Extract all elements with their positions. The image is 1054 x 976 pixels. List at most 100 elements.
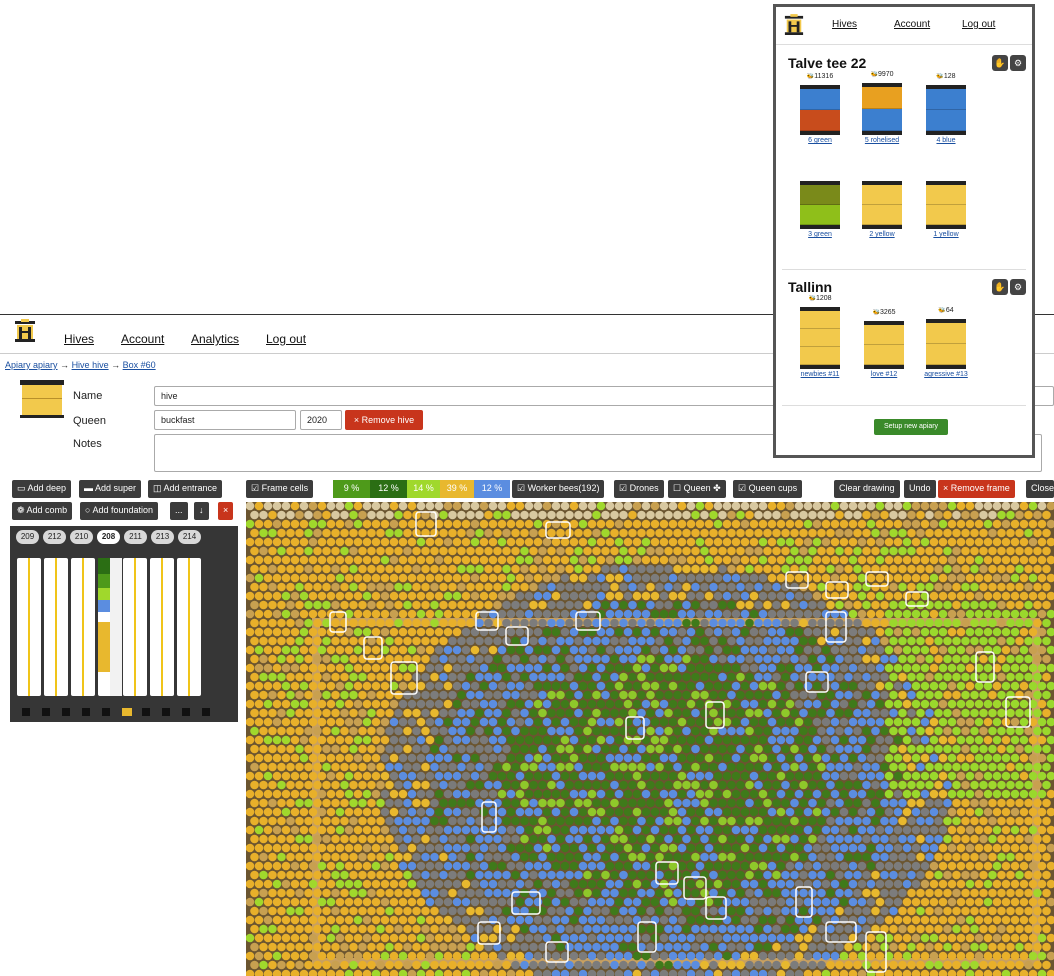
- frame-slot[interactable]: [17, 558, 41, 696]
- dropdown-hives-link[interactable]: Hives: [832, 19, 857, 30]
- hive-name-link[interactable]: love #12: [854, 371, 914, 378]
- beehive-logo-icon[interactable]: [14, 319, 36, 348]
- hive-name-link[interactable]: 4 blue: [916, 137, 976, 144]
- hive-illustration: [864, 321, 904, 369]
- add-super-button[interactable]: ▬ Add super: [79, 480, 142, 498]
- dropdown-navigation: Hives Account Log out: [776, 7, 1032, 45]
- breadcrumb-box-link[interactable]: Box #60: [123, 360, 156, 370]
- apiary-separator: [782, 269, 1026, 270]
- frame-slot[interactable]: [123, 558, 147, 696]
- checkbox-checked-icon: ☑: [251, 483, 262, 493]
- entrance-slot: [142, 708, 150, 716]
- bee-count-value: 64: [945, 307, 954, 314]
- apiary-title: Tallinn: [788, 279, 833, 295]
- hive-card[interactable]: 🐝64 agressive #13: [924, 307, 968, 393]
- frame-number-tab[interactable]: 214: [178, 530, 201, 544]
- drones-toggle[interactable]: ☑ Drones: [614, 480, 664, 498]
- frame-slot-active[interactable]: [98, 558, 122, 696]
- remove-box-button[interactable]: ×: [218, 502, 234, 520]
- entrance-slot: [42, 708, 50, 716]
- setup-new-apiary-button[interactable]: Setup new apiary: [874, 419, 948, 435]
- worker-bees-toggle[interactable]: ☑ Worker bees(192): [512, 480, 605, 498]
- clear-drawing-button[interactable]: Clear drawing: [834, 480, 900, 498]
- undo-button[interactable]: Undo: [904, 480, 936, 498]
- close-button[interactable]: Close: [1026, 480, 1054, 498]
- remove-frame-button[interactable]: × Remove frame: [938, 480, 1015, 498]
- hive-card[interactable]: 🐝9970 5 rohelised: [860, 71, 904, 159]
- hive-card[interactable]: 🐝11316 6 green: [798, 73, 842, 159]
- add-deep-button[interactable]: ▭ Add deep: [12, 480, 72, 498]
- bee-count: 🐝9970: [860, 71, 904, 78]
- frame-number-tab[interactable]: 213: [151, 530, 174, 544]
- nav-analytics-link[interactable]: Analytics: [191, 332, 239, 346]
- queen-breed-input[interactable]: [154, 410, 296, 430]
- dropdown-account-link[interactable]: Account: [894, 19, 930, 30]
- frame-cells-toggle[interactable]: ☑ Frame cells: [246, 480, 314, 498]
- add-entrance-button[interactable]: ◫ Add entrance: [148, 480, 223, 498]
- hive-card[interactable]: 2 yellow: [860, 169, 904, 253]
- hive-name-link[interactable]: 5 rohelised: [852, 137, 912, 144]
- add-comb-button[interactable]: ❁ Add comb: [12, 502, 73, 520]
- frame-number-tab[interactable]: 208: [97, 530, 120, 544]
- drones-label: Drones: [629, 483, 659, 493]
- hive-name-link[interactable]: newbies #11: [790, 371, 850, 378]
- entrance-slot: [202, 708, 210, 716]
- gear-icon[interactable]: ⚙: [1010, 279, 1026, 295]
- frame-number-tab[interactable]: 211: [124, 530, 147, 544]
- bee-count: 🐝3265: [862, 309, 906, 316]
- entrance-slot: [22, 708, 30, 716]
- nav-hives-link[interactable]: Hives: [64, 332, 94, 346]
- beehive-logo-icon[interactable]: [784, 13, 804, 42]
- frame-slot[interactable]: [150, 558, 174, 696]
- hive-card[interactable]: 🐝1208 newbies #11: [798, 295, 842, 393]
- entrance-bee-icon: [122, 708, 132, 716]
- queen-toggle[interactable]: ☐ Queen ✤: [668, 480, 726, 498]
- hand-icon[interactable]: ✋: [992, 279, 1008, 295]
- frame-number-tab[interactable]: 210: [70, 530, 93, 544]
- nav-account-link[interactable]: Account: [121, 332, 164, 346]
- queen-year-input[interactable]: [300, 410, 342, 430]
- frame-number-tab[interactable]: 212: [43, 530, 66, 544]
- hive-card[interactable]: 🐝3265 love #12: [862, 309, 906, 393]
- gear-icon[interactable]: ⚙: [1010, 55, 1026, 71]
- bee-icon: 🐝: [870, 72, 878, 78]
- comb-icon: ❁: [17, 505, 27, 515]
- breadcrumb-hive-link[interactable]: Hive hive: [72, 360, 109, 370]
- apiary-title: Talve tee 22: [788, 55, 867, 71]
- cell-type-percentage: 12 %: [370, 480, 407, 498]
- dropdown-logout-link[interactable]: Log out: [962, 19, 995, 30]
- hand-icon[interactable]: ✋: [992, 55, 1008, 71]
- frame-cells-label: Frame cells: [261, 483, 309, 493]
- hive-name-link[interactable]: agressive #13: [916, 371, 976, 378]
- bee-count-value: 1208: [815, 295, 832, 302]
- bee-icon: 🐝: [872, 310, 880, 316]
- cell-type-percentage: 12 %: [474, 480, 510, 498]
- remove-hive-button[interactable]: × Remove hive: [345, 410, 423, 430]
- breadcrumb-apiary-link[interactable]: Apiary apiary: [5, 360, 58, 370]
- hive-illustration: [862, 83, 902, 135]
- bee-count-value: 128: [943, 73, 956, 80]
- queen-cups-toggle[interactable]: ☑ Queen cups: [733, 480, 803, 498]
- hive-name-link[interactable]: 1 yellow: [916, 231, 976, 238]
- frame-number-tab[interactable]: 209: [16, 530, 39, 544]
- bee-count: 🐝64: [924, 307, 968, 314]
- deep-box-icon: ▭: [17, 483, 28, 493]
- frame-slot[interactable]: [177, 558, 201, 696]
- move-down-button[interactable]: ↓: [194, 502, 209, 520]
- hive-name-link[interactable]: 2 yellow: [852, 231, 912, 238]
- add-foundation-button[interactable]: ○ Add foundation: [80, 502, 159, 520]
- notes-label: Notes: [73, 438, 102, 450]
- frame-photo-canvas[interactable]: [246, 502, 1054, 976]
- hive-card[interactable]: 3 green: [798, 169, 842, 253]
- hive-card[interactable]: 🐝128 4 blue: [924, 73, 968, 159]
- frame-slot[interactable]: [71, 558, 95, 696]
- bee-icon: 🐝: [808, 296, 816, 302]
- frame-slot[interactable]: [44, 558, 68, 696]
- hive-name-link[interactable]: 3 green: [790, 231, 850, 238]
- nav-logout-link[interactable]: Log out: [266, 332, 306, 346]
- hive-name-link[interactable]: 6 green: [790, 137, 850, 144]
- breadcrumb-separator: →: [111, 360, 121, 370]
- entrance-slot: [62, 708, 70, 716]
- hive-card[interactable]: 1 yellow: [924, 169, 968, 253]
- more-button[interactable]: ...: [170, 502, 188, 520]
